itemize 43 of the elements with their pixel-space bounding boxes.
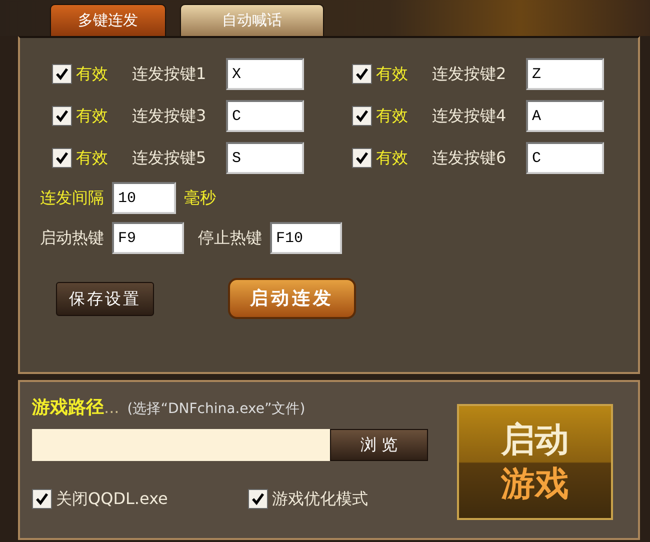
option-label: 游戏优化模式: [272, 488, 368, 510]
interval-label: 连发间隔: [40, 187, 104, 209]
checkbox[interactable]: [352, 64, 372, 84]
key-field[interactable]: A: [526, 100, 604, 132]
key-field[interactable]: X: [226, 58, 304, 90]
browse-button[interactable]: 浏 览: [330, 429, 428, 461]
launch-button[interactable]: 启动 游戏: [457, 404, 613, 520]
enabled-label: 有效: [76, 105, 109, 127]
checkbox[interactable]: [32, 489, 52, 509]
key-label: 连发按键2: [432, 63, 508, 85]
key-label: 连发按键1: [132, 63, 208, 85]
enabled-label: 有效: [376, 63, 409, 85]
path-hint: (选择“DNFchina.exe”文件): [127, 400, 306, 419]
save-button[interactable]: 保存设置: [56, 282, 154, 316]
key-label: 连发按键3: [132, 105, 208, 127]
checkbox[interactable]: [248, 489, 268, 509]
interval-field[interactable]: 10: [112, 182, 176, 214]
checkbox[interactable]: [52, 106, 72, 126]
key-label: 连发按键6: [432, 147, 508, 169]
hotkey-field[interactable]: F9: [112, 222, 184, 254]
checkbox[interactable]: [352, 148, 372, 168]
path-field[interactable]: [32, 429, 330, 461]
checkbox[interactable]: [52, 64, 72, 84]
enabled-label: 有效: [76, 147, 109, 169]
hotkey-field[interactable]: F10: [270, 222, 342, 254]
tab[interactable]: 多键连发: [50, 4, 166, 36]
checkbox[interactable]: [352, 106, 372, 126]
enabled-label: 有效: [376, 105, 409, 127]
enabled-label: 有效: [76, 63, 109, 85]
unit-label: 毫秒: [184, 187, 216, 209]
enabled-label: 有效: [376, 147, 409, 169]
hotkey-label: 启动热键: [40, 227, 104, 249]
key-field[interactable]: C: [226, 100, 304, 132]
key-label: 连发按键5: [132, 147, 208, 169]
checkbox[interactable]: [52, 148, 72, 168]
ellipsis-text: ...: [104, 397, 120, 419]
path-label: 游戏路径: [32, 396, 104, 420]
key-label: 连发按键4: [432, 105, 508, 127]
key-field[interactable]: Z: [526, 58, 604, 90]
hotkey-label: 停止热键: [198, 227, 262, 249]
key-field[interactable]: C: [526, 142, 604, 174]
option-label: 关闭QQDL.exe: [56, 488, 168, 510]
key-field[interactable]: S: [226, 142, 304, 174]
